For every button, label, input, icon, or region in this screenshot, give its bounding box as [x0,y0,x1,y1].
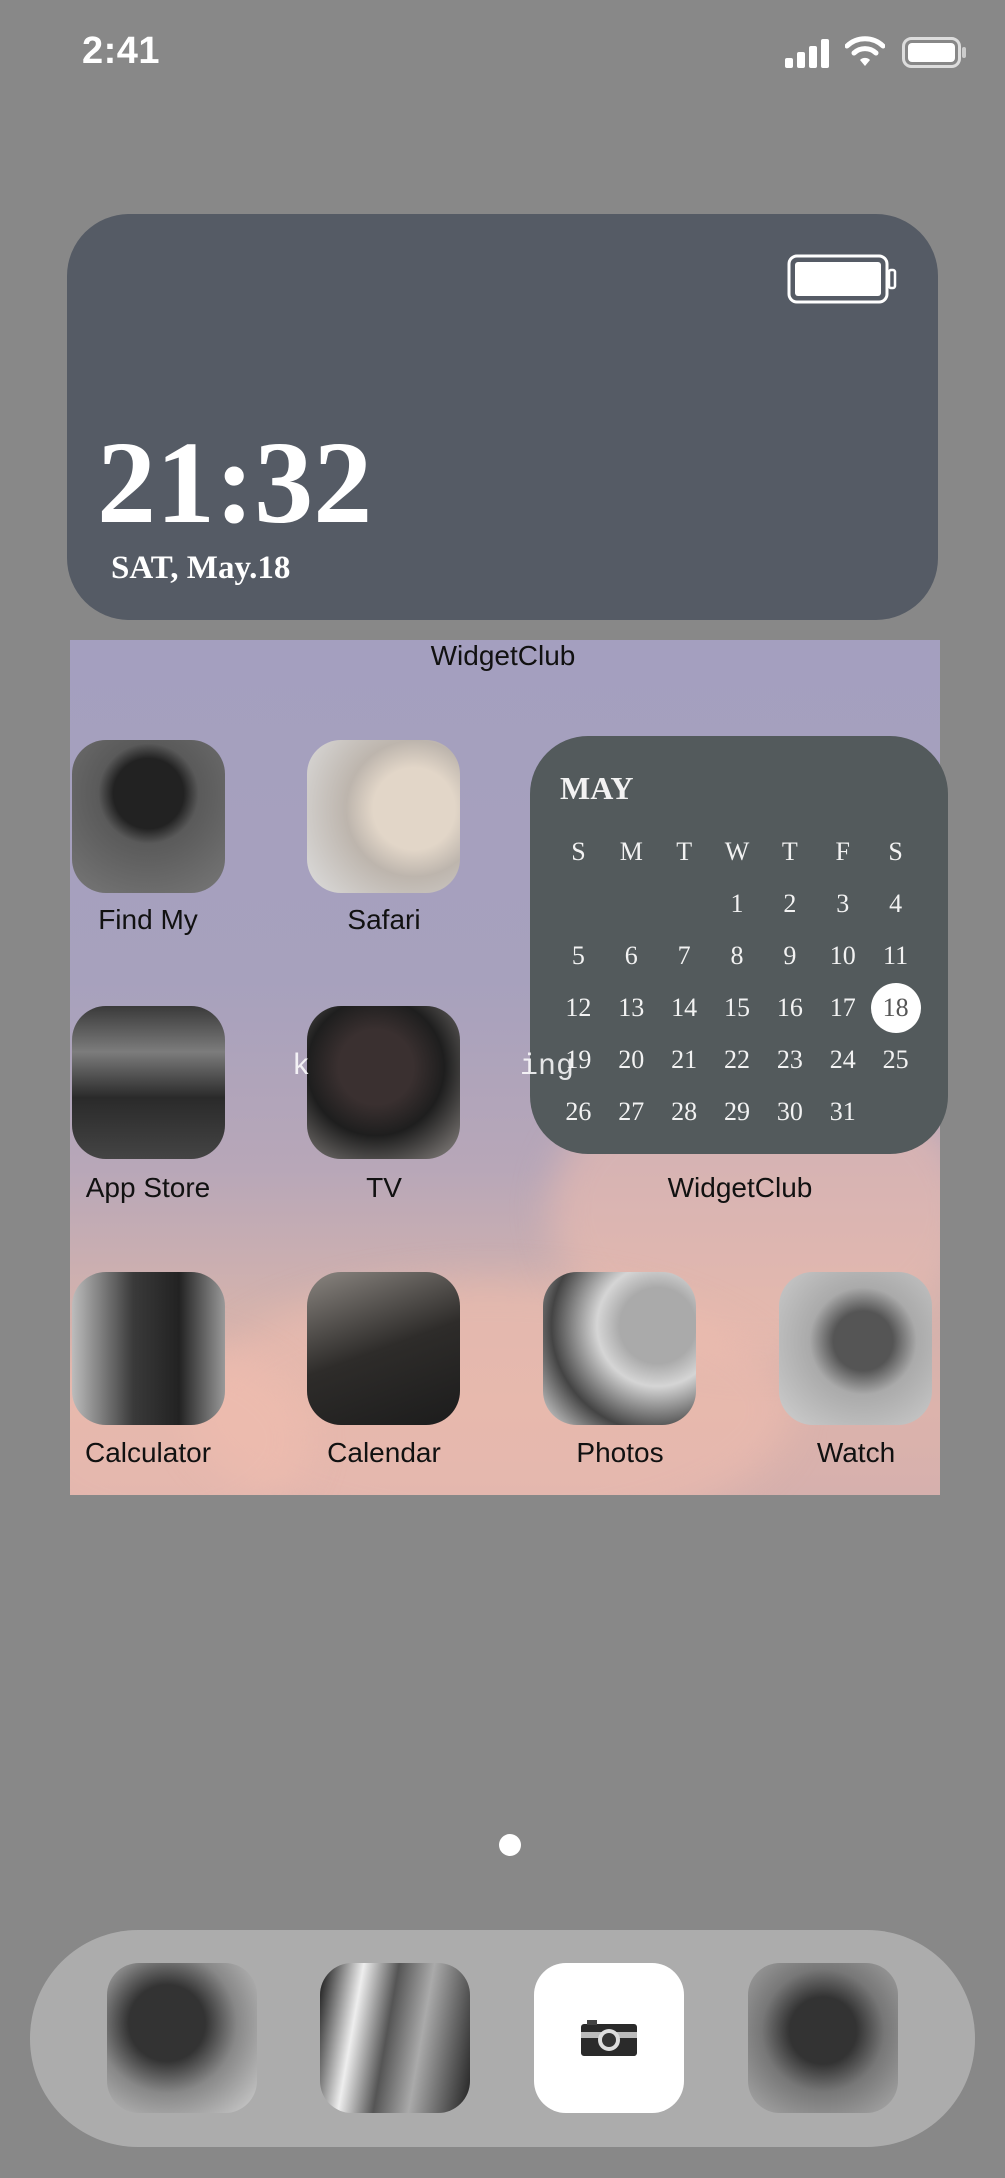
calendar-day: 9 [783,941,797,970]
app-icon-safari[interactable] [307,740,460,893]
app-label: Watch [816,1437,896,1468]
clock-widget[interactable]: 21:32 SAT, May.18 [67,214,938,620]
weekday-label: T [781,837,798,866]
calendar-day: 4 [889,889,903,918]
clock-time: 21:32 [97,417,373,548]
calendar-day: 24 [829,1045,856,1074]
weekday-label: F [835,837,850,866]
calendar-day [552,878,605,930]
app-label: Find My [98,904,198,935]
wifi-icon [845,36,885,66]
calendar-day: 30 [776,1097,803,1126]
app-icon-find-my[interactable] [72,740,225,893]
weekday-label: S [571,837,586,866]
status-time: 2:41 [82,30,161,72]
calendar-day: 1 [730,889,744,918]
weekday-label: W [724,837,750,866]
calendar-day: 7 [677,941,691,970]
battery-icon [902,37,966,68]
dock-subway-photo-app-icon[interactable] [320,1963,470,2113]
signal-icon [785,39,829,68]
app-label: Calculator [84,1437,212,1468]
calendar-day: 27 [618,1097,645,1126]
battery-icon [787,254,897,304]
widget-label: WidgetClub [430,640,576,671]
calendar-day: 29 [723,1097,750,1126]
calendar-day: 17 [829,993,856,1022]
calendar-day: 12 [565,993,592,1022]
calendar-day [658,878,711,930]
calendar-day: 10 [829,941,856,970]
app-label: TV [366,1172,402,1203]
calendar-day: 16 [776,993,803,1022]
app-label: Photos [576,1437,664,1468]
calendar-day: 31 [829,1097,856,1126]
calendar-day: 14 [671,993,698,1022]
weekday-label: M [619,837,643,866]
calendar-day: 3 [836,889,850,918]
app-label: Calendar [327,1437,441,1468]
dock-photo-app-icon[interactable] [107,1963,257,2113]
weekday-label: T [676,837,693,866]
calendar-day: 8 [730,941,744,970]
calendar-day: 28 [671,1097,698,1126]
dock [30,1930,975,2147]
calendar-month: MAY [560,770,634,806]
dock-photo-app-icon[interactable] [748,1963,898,2113]
app-icon-photos[interactable] [543,1272,696,1425]
wallpaper-overlay-text: k ing [292,1050,575,1084]
calendar-day: 20 [618,1045,645,1074]
app-label: Safari [347,904,421,935]
calendar-day: 6 [624,941,638,970]
today-marker: 18 [870,983,921,1033]
app-icon-app-store[interactable] [72,1006,225,1159]
calendar-grid: S M T W T F S 1 2 3 4 5 6 7 8 9 10 11 12 13 14 15 16 17 18 19 20 21… [552,826,922,1138]
widget-label: WidgetClub [667,1172,813,1203]
calendar-day [605,878,658,930]
calendar-day: 11 [883,941,909,970]
calendar-day: 23 [776,1045,803,1074]
calendar-day: 26 [565,1097,592,1126]
calendar-day: 15 [723,993,750,1022]
app-icon-watch[interactable] [779,1272,932,1425]
app-icon-calendar[interactable] [307,1272,460,1425]
calendar-day: 22 [723,1045,750,1074]
calendar-day: 13 [618,993,645,1022]
dock-camera-app-icon[interactable] [534,1963,684,2113]
camera-icon [581,2020,637,2056]
calendar-day-today: 18 [869,982,922,1034]
calendar-day: 2 [783,889,797,918]
clock-date: SAT, May.18 [111,550,291,586]
page-indicator-dot[interactable] [499,1834,521,1856]
calendar-widget[interactable]: MAY S M T W T F S 1 2 3 4 5 6 7 8 9 10 11 12 13 14 15 16 17 18 19… [530,736,948,1154]
app-label: App Store [85,1172,211,1203]
weekday-label: S [888,837,903,866]
app-icon-calculator[interactable] [72,1272,225,1425]
calendar-day: 25 [882,1045,909,1074]
calendar-day: 21 [671,1045,698,1074]
calendar-day: 5 [571,941,585,970]
